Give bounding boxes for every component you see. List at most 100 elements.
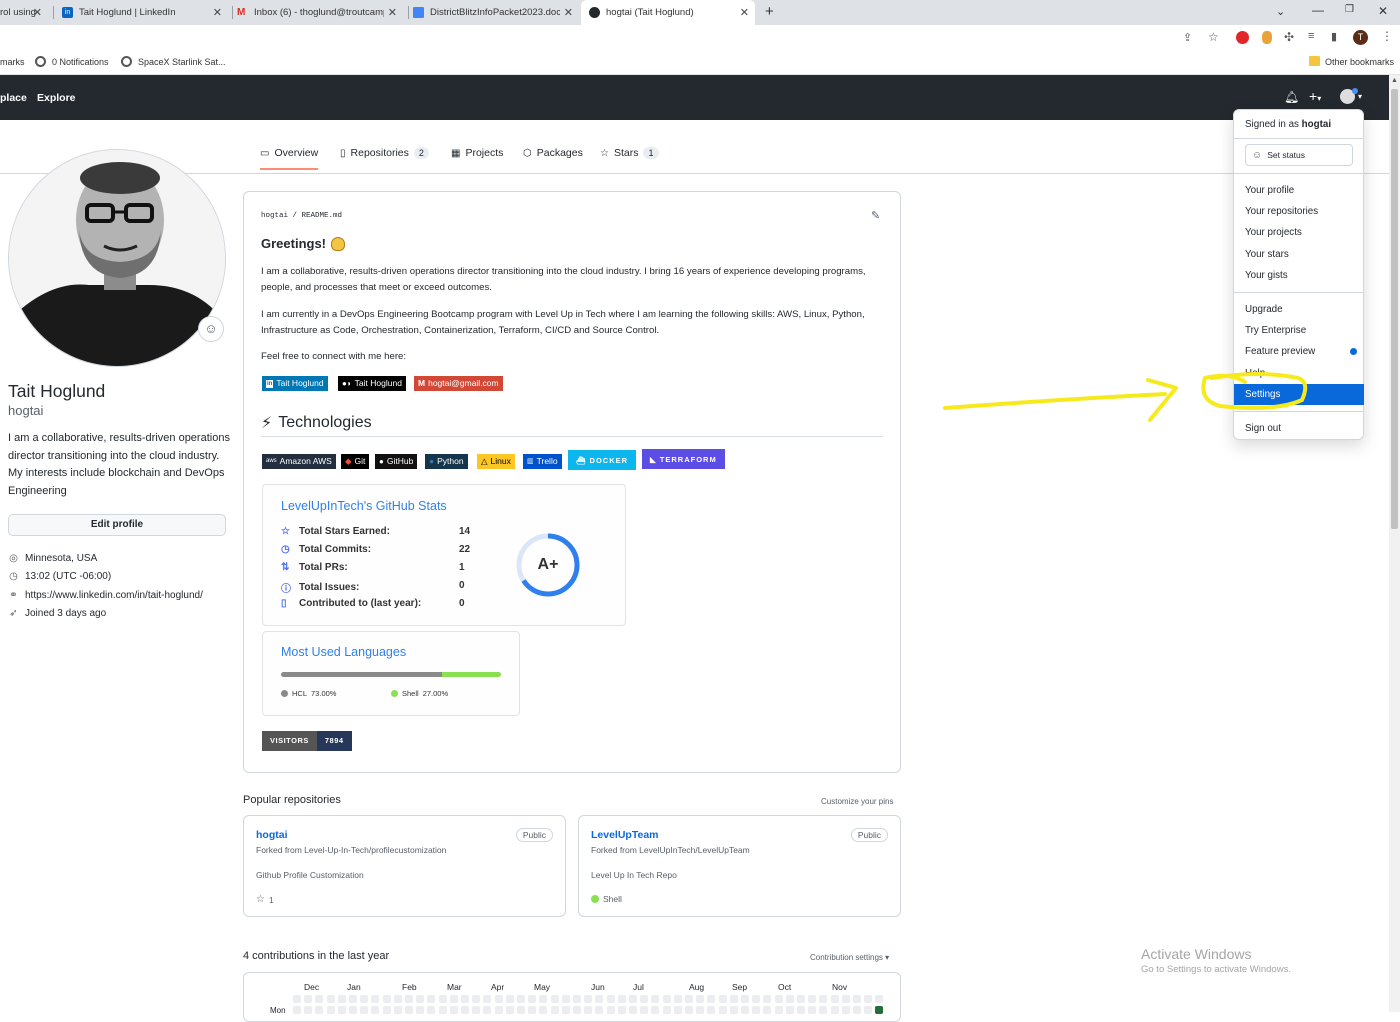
contribution-cell[interactable]: [505, 1006, 514, 1014]
medium-badge[interactable]: ●◗ Tait Hoglund: [338, 376, 406, 391]
contribution-cell[interactable]: [405, 1006, 413, 1014]
close-icon[interactable]: ✕: [740, 6, 749, 19]
browser-tab-5-active[interactable]: hogtai (Tait Hoglund) ✕: [581, 0, 755, 25]
contribution-cell[interactable]: [393, 995, 402, 1003]
contribution-cell[interactable]: [830, 995, 839, 1003]
profile-website[interactable]: ⚭ https://www.linkedin.com/in/tait-hoglu…: [8, 590, 203, 601]
contribution-cell[interactable]: [662, 1006, 671, 1014]
contribution-cell[interactable]: [808, 995, 817, 1003]
contribution-cell[interactable]: [696, 1006, 705, 1014]
star-icon[interactable]: ☆: [1208, 30, 1219, 44]
contribution-cell[interactable]: [774, 995, 783, 1003]
contribution-cell[interactable]: [606, 1006, 615, 1014]
contribution-cell[interactable]: [349, 1006, 357, 1014]
contribution-cell[interactable]: [629, 1006, 637, 1014]
share-icon[interactable]: ⇪: [1183, 31, 1192, 44]
contribution-cell[interactable]: [304, 995, 313, 1003]
profile-avatar[interactable]: T: [1353, 30, 1368, 45]
chevron-down-icon[interactable]: ▾: [1358, 92, 1362, 101]
bookmark-item[interactable]: SpaceX Starlink Sat...: [138, 57, 226, 67]
repo-name-link[interactable]: hogtai: [256, 829, 288, 841]
window-close-icon[interactable]: ✕: [1378, 4, 1388, 18]
contribution-cell[interactable]: [337, 995, 346, 1003]
repo-name-link[interactable]: LevelUpTeam: [591, 829, 659, 841]
scroll-up-icon[interactable]: ▲: [1391, 77, 1398, 84]
contribution-cell[interactable]: [449, 995, 458, 1003]
menu-your-profile[interactable]: Your profile: [1234, 180, 1363, 201]
menu-your-stars[interactable]: Your stars: [1234, 244, 1363, 265]
contribution-cell[interactable]: [707, 995, 716, 1003]
browser-tab-3[interactable]: M Inbox (6) - thoglund@troutcamp ✕: [237, 0, 403, 25]
set-status-button[interactable]: ☺ Set status: [1245, 144, 1353, 166]
contribution-cell[interactable]: [449, 1006, 458, 1014]
contribution-cell[interactable]: [752, 1006, 761, 1014]
contribution-cell[interactable]: [651, 995, 660, 1003]
new-tab-button[interactable]: +: [765, 3, 774, 20]
contribution-cell[interactable]: [517, 995, 525, 1003]
linkedin-badge[interactable]: in Tait Hoglund: [262, 376, 328, 391]
contribution-cell[interactable]: [360, 995, 369, 1003]
puzzle-icon[interactable]: ✣: [1284, 30, 1294, 44]
menu-your-gists[interactable]: Your gists: [1234, 265, 1363, 286]
page-scrollbar[interactable]: ▲: [1389, 75, 1400, 1012]
contribution-cell[interactable]: [797, 995, 805, 1003]
contribution-cell[interactable]: [729, 1006, 738, 1014]
contribution-cell[interactable]: [853, 995, 861, 1003]
menu-your-repositories[interactable]: Your repositories: [1234, 201, 1363, 222]
contribution-cell[interactable]: [573, 1006, 581, 1014]
contribution-cell[interactable]: [785, 1006, 794, 1014]
contribution-cell[interactable]: [595, 1006, 604, 1014]
menu-dots-icon[interactable]: ⋮: [1381, 29, 1393, 43]
website-link[interactable]: https://www.linkedin.com/in/tait-hoglund…: [25, 590, 203, 601]
contribution-cell[interactable]: [841, 1006, 850, 1014]
contribution-cell[interactable]: [550, 995, 559, 1003]
contribution-cell[interactable]: [651, 1006, 660, 1014]
contribution-cell[interactable]: [584, 1006, 593, 1014]
browser-tab-2[interactable]: in Tait Hoglund | LinkedIn ✕: [62, 0, 228, 25]
contribution-cell[interactable]: [315, 1006, 324, 1014]
contribution-cell[interactable]: [472, 1006, 481, 1014]
contribution-cell[interactable]: [528, 1006, 537, 1014]
menu-your-projects[interactable]: Your projects: [1234, 222, 1363, 243]
contribution-cell[interactable]: [539, 1006, 548, 1014]
repo-card-leveluptteam[interactable]: LevelUpTeam Public Forked from LevelUpIn…: [578, 815, 901, 917]
contribution-cell[interactable]: [393, 1006, 402, 1014]
other-bookmarks[interactable]: Other bookmarks: [1325, 57, 1394, 67]
restore-icon[interactable]: ❐: [1345, 4, 1354, 15]
contribution-cell[interactable]: [685, 1006, 693, 1014]
contribution-cell[interactable]: [741, 1006, 749, 1014]
contribution-cell[interactable]: [337, 1006, 346, 1014]
readme-path-user[interactable]: hogtai: [261, 212, 288, 220]
gmail-badge[interactable]: M hogtai@gmail.com: [414, 376, 503, 391]
edit-profile-button[interactable]: Edit profile: [8, 514, 226, 536]
pencil-icon[interactable]: ✎: [871, 209, 880, 222]
contribution-cell[interactable]: [494, 995, 503, 1003]
contribution-cell[interactable]: [763, 995, 772, 1003]
browser-tab-4[interactable]: DistrictBlitzInfoPacket2023.docx ✕: [413, 0, 579, 25]
nav-marketplace[interactable]: place: [0, 92, 27, 104]
bell-icon[interactable]: 🔔︎: [1284, 90, 1299, 104]
repo-card-hogtai[interactable]: hogtai Public Forked from Level-Up-In-Te…: [243, 815, 566, 917]
repo-stars[interactable]: ☆ 1: [256, 894, 274, 905]
contribution-cell[interactable]: [875, 995, 884, 1003]
contribution-cell[interactable]: [640, 995, 649, 1003]
menu-upgrade[interactable]: Upgrade: [1234, 299, 1363, 320]
contribution-cell[interactable]: [617, 1006, 626, 1014]
contribution-cell[interactable]: [718, 1006, 727, 1014]
contribution-cell[interactable]: [875, 1006, 884, 1014]
menu-try-enterprise[interactable]: Try Enterprise: [1234, 320, 1363, 341]
contribution-settings-dropdown[interactable]: Contribution settings ▾: [810, 953, 889, 962]
tab-repositories[interactable]: ▯ Repositories 2: [340, 147, 429, 159]
contribution-cell[interactable]: [505, 995, 514, 1003]
contribution-cell[interactable]: [483, 1006, 492, 1014]
contribution-cell[interactable]: [483, 995, 492, 1003]
contribution-cell[interactable]: [494, 1006, 503, 1014]
contribution-cell[interactable]: [371, 1006, 380, 1014]
create-plus-icon[interactable]: +▾: [1309, 88, 1321, 104]
contribution-cell[interactable]: [416, 995, 425, 1003]
close-icon[interactable]: ✕: [33, 6, 42, 19]
readme-path-file[interactable]: README.md: [302, 212, 343, 220]
contribution-cell[interactable]: [573, 995, 581, 1003]
contribution-cell[interactable]: [584, 995, 593, 1003]
contribution-cell[interactable]: [729, 995, 738, 1003]
